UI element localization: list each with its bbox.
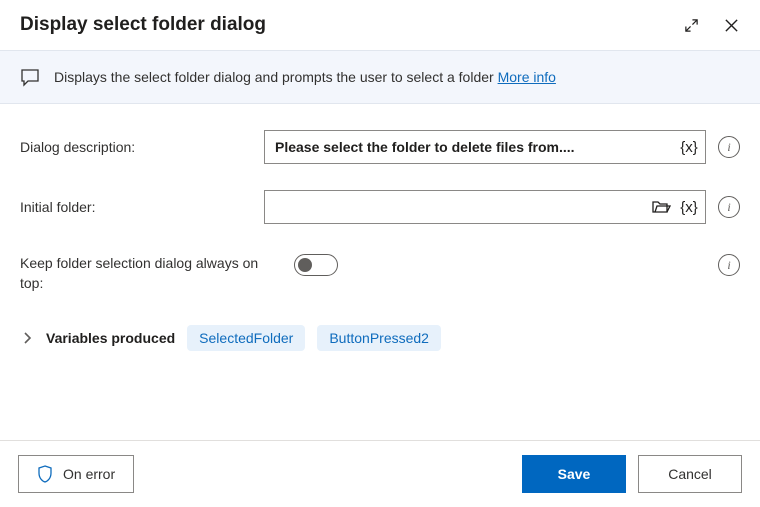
toggle-knob bbox=[298, 258, 312, 272]
always-on-top-label: Keep folder selection dialog always on t… bbox=[20, 250, 282, 293]
on-error-button[interactable]: On error bbox=[18, 455, 134, 493]
info-icon[interactable]: i bbox=[718, 196, 740, 218]
header-actions bbox=[682, 16, 740, 34]
info-text: Displays the select folder dialog and pr… bbox=[54, 69, 494, 85]
close-icon[interactable] bbox=[722, 16, 740, 34]
info-bar: Displays the select folder dialog and pr… bbox=[0, 50, 760, 104]
dialog-description-input-icons: {x} bbox=[678, 136, 700, 158]
expand-icon[interactable] bbox=[682, 16, 700, 34]
always-on-top-control bbox=[294, 250, 706, 276]
variable-token-icon[interactable]: {x} bbox=[678, 136, 700, 158]
more-info-link[interactable]: More info bbox=[498, 69, 556, 85]
initial-folder-input-icons: {x} bbox=[650, 196, 700, 218]
field-dialog-description: Dialog description: {x} i bbox=[20, 130, 740, 164]
initial-folder-input[interactable] bbox=[264, 190, 706, 224]
info-text-container: Displays the select folder dialog and pr… bbox=[54, 69, 556, 85]
dialog-title: Display select folder dialog bbox=[20, 14, 266, 36]
save-button[interactable]: Save bbox=[522, 455, 626, 493]
variable-chip[interactable]: ButtonPressed2 bbox=[317, 325, 441, 351]
field-always-on-top: Keep folder selection dialog always on t… bbox=[20, 250, 740, 293]
footer-right: Save Cancel bbox=[522, 455, 742, 493]
variable-token-icon[interactable]: {x} bbox=[678, 196, 700, 218]
chevron-right-icon[interactable] bbox=[20, 332, 34, 344]
variables-produced-row: Variables produced SelectedFolder Button… bbox=[20, 325, 740, 351]
always-on-top-toggle[interactable] bbox=[294, 254, 338, 276]
variables-produced-label: Variables produced bbox=[46, 330, 175, 346]
cancel-button[interactable]: Cancel bbox=[638, 455, 742, 493]
comment-icon bbox=[20, 67, 40, 87]
initial-folder-input-wrap: {x} bbox=[264, 190, 706, 224]
dialog-description-input[interactable] bbox=[264, 130, 706, 164]
dialog-body: Dialog description: {x} i Initial folder… bbox=[0, 104, 760, 440]
info-icon[interactable]: i bbox=[718, 254, 740, 276]
field-initial-folder: Initial folder: {x} i bbox=[20, 190, 740, 224]
variable-chip[interactable]: SelectedFolder bbox=[187, 325, 305, 351]
dialog-description-label: Dialog description: bbox=[20, 139, 252, 155]
initial-folder-label: Initial folder: bbox=[20, 199, 252, 215]
info-icon[interactable]: i bbox=[718, 136, 740, 158]
folder-open-icon[interactable] bbox=[650, 196, 672, 218]
dialog-header: Display select folder dialog bbox=[0, 0, 760, 50]
shield-icon bbox=[37, 465, 53, 483]
on-error-label: On error bbox=[63, 466, 115, 482]
dialog-description-input-wrap: {x} bbox=[264, 130, 706, 164]
dialog-footer: On error Save Cancel bbox=[0, 440, 760, 507]
